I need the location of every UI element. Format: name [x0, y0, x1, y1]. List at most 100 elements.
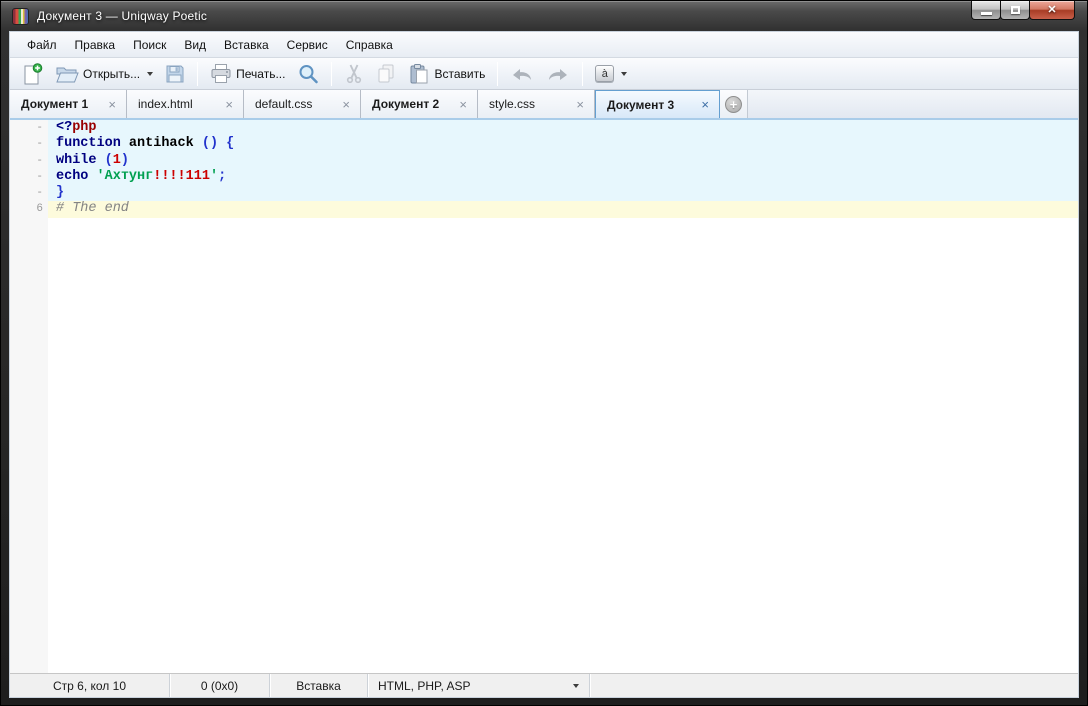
tab-label: style.css [489, 97, 573, 111]
code-line-4[interactable]: echo 'Ахтунг!!!!111'; [48, 169, 1078, 185]
code-segment-plain [121, 136, 129, 151]
redo-button[interactable] [541, 63, 575, 85]
save-icon [165, 64, 185, 84]
encoding-dropdown-arrow-icon[interactable] [621, 72, 627, 76]
menu-item-7[interactable]: Справка [337, 35, 402, 55]
new-document-icon [21, 63, 43, 85]
code-segment-bracket: ( [105, 153, 113, 168]
open-dropdown-arrow-icon[interactable] [147, 72, 153, 76]
tab-4[interactable]: Документ 2× [361, 90, 478, 118]
new-tab-button[interactable]: + [720, 90, 748, 118]
print-button-label: Печать... [236, 67, 285, 81]
minimize-button[interactable] [971, 1, 1001, 20]
code-area[interactable]: <?phpfunction antihack () {while (1)echo… [48, 120, 1078, 673]
tab-1[interactable]: Документ 1× [10, 90, 127, 118]
tab-2[interactable]: index.html× [127, 90, 244, 118]
title-bar[interactable]: Документ 3 — Uniqway Poetic [1, 1, 1087, 31]
maximize-button[interactable] [1000, 1, 1030, 20]
tab-close-icon[interactable]: × [456, 97, 470, 112]
copy-icon [376, 63, 396, 84]
tab-6[interactable]: Документ 3× [595, 90, 720, 118]
tab-close-icon[interactable]: × [339, 97, 353, 112]
tab-close-icon[interactable]: × [573, 97, 587, 112]
new-document-button[interactable] [16, 60, 48, 88]
tab-5[interactable]: style.css× [478, 90, 595, 118]
gutter-cell-4: - [10, 169, 48, 185]
undo-icon [510, 66, 534, 82]
code-segment-plain [194, 136, 202, 151]
window-title: Документ 3 — Uniqway Poetic [37, 9, 207, 23]
tab-label: Документ 3 [607, 98, 698, 112]
menu-item-2[interactable]: Правка [66, 35, 125, 55]
encoding-button[interactable]: à [590, 62, 632, 85]
status-insert-mode: Вставка [270, 674, 368, 697]
code-line-6[interactable]: # The end [48, 201, 1078, 217]
gutter-cell-2: - [10, 136, 48, 152]
tab-close-icon[interactable]: × [698, 97, 712, 112]
paste-button-label: Вставить [434, 67, 485, 81]
menu-bar: ФайлПравкаПоискВидВставкаСервисСправка [10, 32, 1078, 58]
gutter-cell-1: - [10, 120, 48, 136]
tab-label: default.css [255, 97, 339, 111]
toolbar-separator [197, 62, 198, 86]
code-segment-identifier: antihack [129, 136, 194, 151]
menu-item-1[interactable]: Файл [18, 35, 66, 55]
window-controls: ✕ [972, 1, 1075, 20]
code-segment-phptag: php [72, 120, 96, 135]
code-segment-plain [97, 153, 105, 168]
cut-button[interactable] [339, 60, 369, 87]
undo-button[interactable] [505, 63, 539, 85]
save-button[interactable] [160, 61, 190, 87]
gutter-cell-5: - [10, 185, 48, 201]
open-button-label: Открыть... [83, 67, 140, 81]
open-button[interactable]: Открыть... [50, 61, 158, 87]
gutter-cell-6: 6 [10, 201, 48, 217]
tab-close-icon[interactable]: × [222, 97, 236, 112]
menu-item-5[interactable]: Вставка [215, 35, 278, 55]
status-cursor-position: Стр 6, кол 10 [10, 674, 170, 697]
code-segment-bracket: ) [121, 153, 129, 168]
copy-button[interactable] [371, 60, 401, 87]
redo-icon [546, 66, 570, 82]
cut-scissors-icon [344, 63, 364, 84]
status-syntax-dropdown[interactable]: HTML, PHP, ASP [368, 674, 590, 697]
encoding-key-icon: à [595, 65, 614, 82]
close-icon: ✕ [1047, 5, 1056, 16]
close-button[interactable]: ✕ [1029, 1, 1075, 20]
search-button[interactable] [292, 60, 324, 88]
tab-close-icon[interactable]: × [105, 97, 119, 112]
minimize-icon [981, 12, 992, 15]
client-area: ФайлПравкаПоискВидВставкаСервисСправка [9, 31, 1079, 698]
code-line-3[interactable]: while (1) [48, 153, 1078, 169]
print-icon [210, 63, 232, 84]
paste-clipboard-icon [408, 63, 430, 85]
toolbar-separator [331, 62, 332, 86]
tab-label: index.html [138, 97, 222, 111]
tab-strip: Документ 1×index.html×default.css×Докуме… [10, 90, 1078, 118]
code-line-1[interactable]: <?php [48, 120, 1078, 136]
menu-item-3[interactable]: Поиск [124, 35, 175, 55]
code-segment-bracket: { [226, 136, 234, 151]
code-segment-string: ' [210, 169, 218, 184]
maximize-icon [1011, 6, 1020, 14]
menu-item-6[interactable]: Сервис [278, 35, 337, 55]
status-filler [590, 674, 1078, 697]
tab-label: Документ 2 [372, 97, 456, 111]
status-char-code: 0 (0x0) [170, 674, 270, 697]
tab-3[interactable]: default.css× [244, 90, 361, 118]
code-segment-comment: # The end [56, 201, 129, 216]
editor[interactable]: -----6 <?phpfunction antihack () {while … [10, 118, 1078, 673]
code-segment-keyword: while [56, 153, 97, 168]
print-button[interactable]: Печать... [205, 60, 290, 87]
app-icon[interactable] [12, 8, 29, 25]
search-icon [297, 63, 319, 85]
code-segment-bracket: ; [218, 169, 226, 184]
code-line-2[interactable]: function antihack () { [48, 136, 1078, 152]
code-segment-keyword: function [56, 136, 121, 151]
toolbar: Открыть... [10, 58, 1078, 90]
tab-label: Документ 1 [21, 97, 105, 111]
menu-item-4[interactable]: Вид [175, 35, 215, 55]
code-line-5[interactable]: } [48, 185, 1078, 201]
paste-button[interactable]: Вставить [403, 60, 490, 88]
toolbar-separator [497, 62, 498, 86]
